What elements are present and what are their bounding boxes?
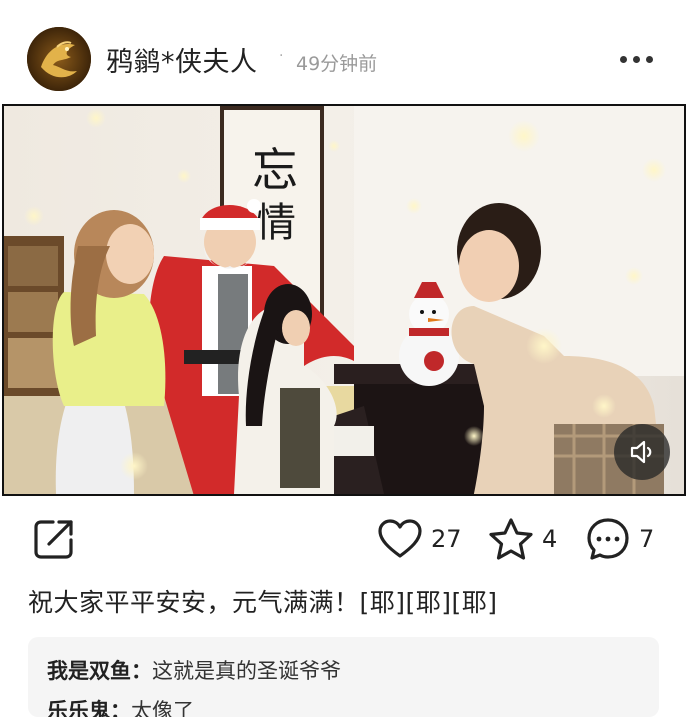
action-bar: 27 4 7 xyxy=(0,500,688,580)
post-header: 鸦鹟*侠夫人 · 49分钟前 xyxy=(0,0,688,104)
favorite-count: 4 xyxy=(542,525,558,553)
video-player[interactable]: 忘 情 xyxy=(2,104,686,496)
more-options-button[interactable] xyxy=(612,44,660,74)
favorite-button[interactable]: 4 xyxy=(488,516,557,562)
author-avatar[interactable] xyxy=(27,27,91,91)
comment-button[interactable]: 7 xyxy=(585,516,654,562)
comment-separator: ： xyxy=(131,659,152,683)
mute-toggle-button[interactable] xyxy=(614,424,670,480)
golden-phoenix-avatar-icon xyxy=(27,27,91,91)
speaker-muted-icon xyxy=(630,440,652,464)
more-horizontal-icon-dot xyxy=(632,55,640,63)
comment-text: 这就是真的圣诞爷爷 xyxy=(152,659,341,683)
like-count: 27 xyxy=(431,525,462,553)
post-time: 49分钟前 xyxy=(296,53,378,75)
share-button[interactable] xyxy=(31,516,77,562)
comment-bubble-icon xyxy=(587,518,629,560)
comment-item[interactable]: 我是双鱼：这就是真的圣诞爷爷 xyxy=(47,655,341,685)
more-horizontal-icon xyxy=(619,55,627,63)
star-icon xyxy=(489,518,533,560)
meta-separator: · xyxy=(279,48,284,64)
author-name[interactable]: 鸦鹟*侠夫人 xyxy=(106,40,258,79)
calligraphy-text: 忘 xyxy=(252,143,298,197)
comment-item[interactable]: 乐乐鬼：太像了 xyxy=(47,695,194,717)
like-button[interactable]: 27 xyxy=(377,516,462,562)
video-frame: 忘 情 xyxy=(4,106,684,494)
comment-count: 7 xyxy=(639,525,655,553)
share-icon xyxy=(34,520,73,559)
heart-icon xyxy=(378,519,422,558)
comment-user[interactable]: 我是双鱼 xyxy=(47,659,131,683)
post-caption: 祝大家平平安安，元气满满！[耶][耶][耶] xyxy=(28,588,498,617)
comments-preview[interactable]: 我是双鱼：这就是真的圣诞爷爷 乐乐鬼：太像了 xyxy=(28,637,659,717)
more-horizontal-icon-dot xyxy=(645,55,653,63)
svg-text:情: 情 xyxy=(256,200,296,246)
